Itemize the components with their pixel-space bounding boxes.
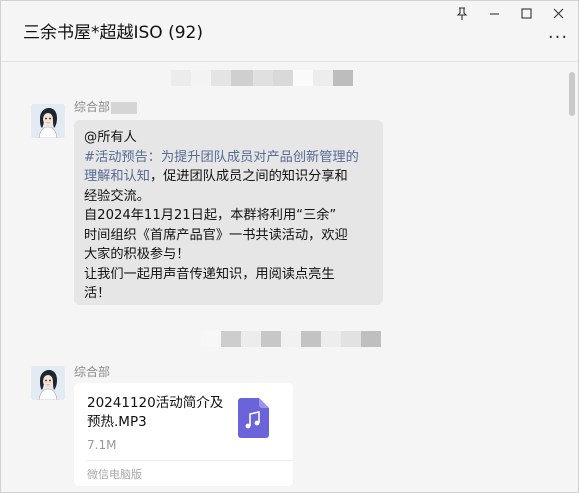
message-line: 让我们一起用声音传递知识，用阅读点亮生 [84, 266, 335, 282]
timestamp-redacted [171, 70, 353, 86]
close-icon [553, 8, 563, 18]
message-line: 大家的积极参与！ [84, 247, 190, 262]
hashtag-tail[interactable]: 理解和认知 [84, 169, 150, 184]
scrollbar-thumb[interactable] [569, 72, 575, 116]
mention-all: @所有人 [84, 130, 137, 145]
file-size: 7.1M [87, 438, 117, 452]
avatar-image [31, 104, 65, 138]
more-options-button[interactable]: ··· [546, 27, 570, 48]
file-attachment[interactable]: 20241120活动简介及 预热.MP3 7.1M 微信电脑版 [74, 383, 293, 486]
maximize-icon [520, 7, 532, 19]
avatar-image [31, 366, 65, 400]
avatar[interactable] [31, 104, 65, 138]
close-button[interactable] [542, 3, 574, 23]
title-bar: 三余书屋*超越ISO (92) ··· [1, 1, 578, 62]
chat-title: 三余书屋*超越ISO (92) [23, 23, 203, 43]
minimize-button[interactable] [478, 3, 510, 23]
sender-name: 综合部 [74, 365, 111, 379]
minimize-icon [489, 12, 499, 15]
file-source: 微信电脑版 [87, 468, 142, 481]
music-file-icon [238, 398, 269, 438]
sender-name: 综合部 [74, 98, 138, 115]
file-name-line: 预热.MP3 [87, 414, 147, 430]
divider [86, 460, 293, 461]
pin-icon [456, 6, 468, 20]
timestamp-redacted [201, 331, 381, 347]
chat-window: 三余书屋*超越ISO (92) ··· 综合部 @所有人 #活动预告：为提升团队… [0, 0, 579, 493]
message-list[interactable]: 综合部 @所有人 #活动预告：为提升团队成员对产品创新管理的 理解和认知，促进团… [1, 62, 578, 492]
maximize-button[interactable] [510, 3, 542, 23]
hashtag-line[interactable]: #活动预告：为提升团队成员对产品创新管理的 [84, 148, 373, 168]
message-line: 活！ [84, 286, 111, 301]
message-line: 自2024年11月21日起，本群将利用“三余” [84, 208, 337, 223]
file-name-line: 20241120活动简介及 [87, 395, 224, 411]
message-line: 经验交流。 [84, 188, 150, 204]
sender-name-redacted [111, 101, 138, 114]
message-text: ，促进团队成员之间的知识分享和 [149, 169, 348, 184]
avatar[interactable] [31, 366, 65, 400]
message-line: 时间组织《首席产品官》一书共读活动，欢迎 [84, 227, 348, 243]
pin-button[interactable] [446, 3, 478, 23]
message-bubble[interactable]: @所有人 #活动预告：为提升团队成员对产品创新管理的 理解和认知，促进团队成员之… [74, 120, 383, 305]
hashtag-line-end: 理解和认知，促进团队成员之间的知识分享和 [84, 167, 373, 187]
file-name: 20241120活动简介及 预热.MP3 [87, 394, 237, 432]
